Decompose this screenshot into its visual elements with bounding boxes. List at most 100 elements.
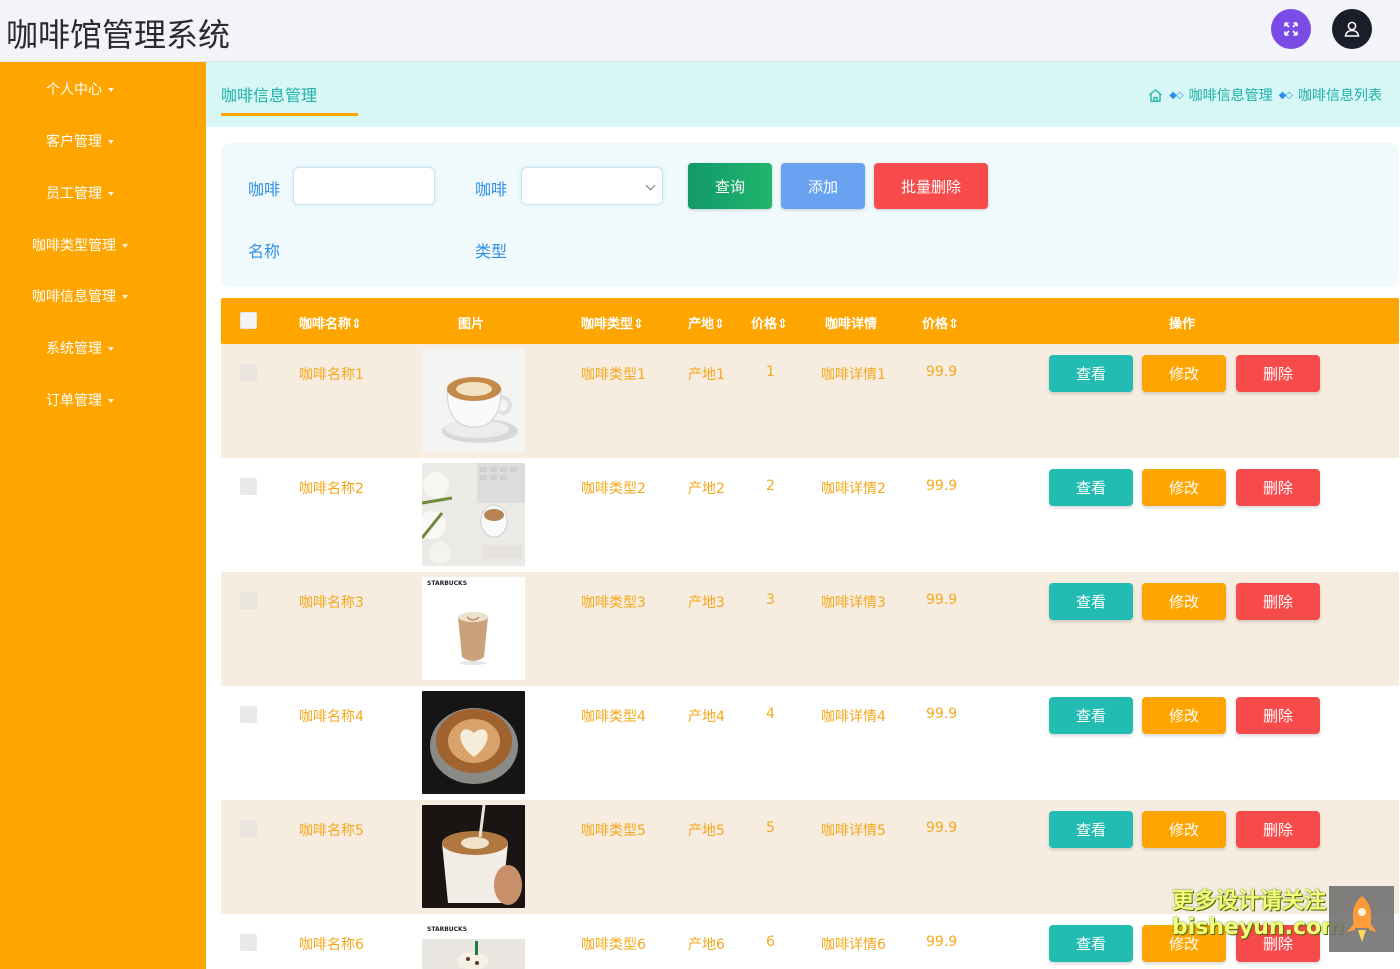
sidebar-item-label: 员工管理 — [46, 186, 102, 202]
coffee-type-label-line1: 咖啡 — [475, 180, 508, 199]
caret-down-icon — [108, 88, 114, 92]
caret-down-icon — [108, 347, 114, 351]
sidebar-item-coffee-info[interactable]: 咖啡信息管理 — [0, 286, 160, 306]
breadcrumb-item[interactable]: 咖啡信息管理 — [1189, 85, 1273, 105]
edit-button[interactable]: 修改 — [1142, 811, 1226, 848]
row-checkbox[interactable] — [240, 592, 257, 609]
sidebar-item-personal-center[interactable]: 个人中心 — [0, 79, 160, 99]
add-button[interactable]: 添加 — [781, 163, 865, 209]
cell-detail: 咖啡详情3 — [821, 595, 886, 611]
sidebar-item-label: 咖啡类型管理 — [32, 238, 116, 254]
column-header-name[interactable]: 咖啡名称⇕ — [299, 313, 362, 332]
delete-button[interactable]: 删除 — [1236, 469, 1320, 506]
chevron-down-icon — [645, 180, 656, 191]
thumbnail-brand-text: STARBUCKS — [427, 580, 468, 587]
view-button[interactable]: 查看 — [1049, 697, 1133, 734]
cell-origin: 产地1 — [688, 367, 725, 383]
coffee-thumbnail[interactable]: STARBUCKS — [422, 919, 525, 969]
watermark-text: 更多设计请关注 bisheyun.com — [1172, 889, 1344, 941]
coffee-thumbnail[interactable] — [422, 349, 525, 452]
tab-coffee-info[interactable]: 咖啡信息管理 — [221, 82, 317, 106]
row-checkbox[interactable] — [240, 364, 257, 381]
row-checkbox[interactable] — [240, 820, 257, 837]
cell-price: 5 — [766, 820, 775, 836]
view-button[interactable]: 查看 — [1049, 925, 1133, 962]
edit-button[interactable]: 修改 — [1142, 469, 1226, 506]
table-row: 咖啡名称3 STARBUCKS 咖啡类型3 产地3 3 咖啡详情3 99.9 查… — [221, 572, 1399, 686]
select-all-checkbox[interactable] — [240, 312, 257, 329]
table-header: 咖啡名称⇕ 图片 咖啡类型⇕ 产地⇕ 价格⇕ 咖啡详情 价格⇕ 操作 — [221, 298, 1399, 344]
breadcrumb: ◆◇ 咖啡信息管理 ◆◇ 咖啡信息列表 — [1148, 85, 1382, 105]
edit-button[interactable]: 修改 — [1142, 583, 1226, 620]
user-menu-button[interactable] — [1332, 9, 1372, 49]
query-button[interactable]: 查询 — [688, 163, 772, 209]
cell-type: 咖啡类型5 — [581, 823, 646, 839]
view-button[interactable]: 查看 — [1049, 583, 1133, 620]
coffee-name-label-line2: 名称 — [248, 242, 281, 261]
fullscreen-icon — [1284, 22, 1298, 36]
coffee-thumbnail[interactable] — [422, 805, 525, 908]
column-header-label: 咖啡类型 — [581, 317, 634, 332]
cell-price: 4 — [766, 706, 775, 722]
sidebar-item-system[interactable]: 系统管理 — [0, 338, 160, 358]
caret-down-icon — [122, 295, 128, 299]
cell-name: 咖啡名称6 — [299, 937, 364, 953]
search-panel: 咖啡 名称 咖啡 类型 查询 添加 批量删除 — [221, 143, 1399, 287]
delete-button[interactable]: 删除 — [1236, 583, 1320, 620]
row-checkbox[interactable] — [240, 934, 257, 951]
batch-delete-button[interactable]: 批量删除 — [874, 163, 988, 209]
sidebar-item-employees[interactable]: 员工管理 — [0, 183, 160, 203]
edit-button[interactable]: 修改 — [1142, 355, 1226, 392]
cell-type: 咖啡类型4 — [581, 709, 646, 725]
coffee-type-select[interactable] — [521, 167, 663, 205]
sidebar-item-customers[interactable]: 客户管理 — [0, 131, 160, 151]
coffee-flowers-keyboard-image — [422, 463, 525, 564]
cell-price-2: 99.9 — [926, 478, 958, 494]
coffee-thumbnail[interactable]: STARBUCKS — [422, 577, 525, 680]
row-checkbox[interactable] — [240, 706, 257, 723]
coffee-thumbnail[interactable] — [422, 691, 525, 794]
delete-button[interactable]: 删除 — [1236, 355, 1320, 392]
column-header-price-2[interactable]: 价格⇕ — [922, 313, 959, 332]
column-header-label: 产地 — [688, 317, 715, 332]
view-button[interactable]: 查看 — [1049, 469, 1133, 506]
column-header-label: 价格 — [751, 317, 778, 332]
caret-down-icon — [122, 244, 128, 248]
sidebar-item-coffee-types[interactable]: 咖啡类型管理 — [0, 235, 160, 255]
delete-button[interactable]: 删除 — [1236, 811, 1320, 848]
cell-origin: 产地4 — [688, 709, 725, 725]
cell-origin: 产地2 — [688, 481, 725, 497]
cell-origin: 产地6 — [688, 937, 725, 953]
latte-glass-image — [458, 612, 488, 665]
cell-origin: 产地3 — [688, 595, 725, 611]
coffee-name-input[interactable] — [293, 167, 435, 205]
cell-detail: 咖啡详情1 — [821, 367, 886, 383]
sort-icon: ⇕ — [351, 317, 362, 332]
home-icon[interactable] — [1148, 88, 1163, 103]
table-row: 咖啡名称2 咖啡类型2 产地2 2 咖啡详情2 99.9 查看 修改 删除 — [221, 458, 1399, 572]
column-header-price[interactable]: 价格⇕ — [751, 313, 788, 332]
latte-pour-image — [442, 805, 522, 905]
view-button[interactable]: 查看 — [1049, 811, 1133, 848]
row-checkbox[interactable] — [240, 478, 257, 495]
cell-price: 2 — [766, 478, 775, 494]
cell-type: 咖啡类型1 — [581, 367, 646, 383]
cell-price-2: 99.9 — [926, 592, 958, 608]
cell-detail: 咖啡详情5 — [821, 823, 886, 839]
sort-icon: ⇕ — [714, 317, 725, 332]
column-header-detail: 咖啡详情 — [825, 317, 878, 332]
cell-detail: 咖啡详情4 — [821, 709, 886, 725]
cell-name: 咖啡名称1 — [299, 367, 364, 383]
breadcrumb-separator-icon: ◆◇ — [1169, 89, 1183, 101]
sidebar-item-orders[interactable]: 订单管理 — [0, 390, 160, 410]
latte-cup-image — [442, 377, 518, 443]
edit-button[interactable]: 修改 — [1142, 697, 1226, 734]
column-header-origin[interactable]: 产地⇕ — [688, 313, 725, 332]
column-header-type[interactable]: 咖啡类型⇕ — [581, 313, 644, 332]
delete-button[interactable]: 删除 — [1236, 697, 1320, 734]
view-button[interactable]: 查看 — [1049, 355, 1133, 392]
back-to-top-button[interactable] — [1329, 886, 1394, 952]
coffee-thumbnail[interactable] — [422, 463, 525, 566]
fullscreen-button[interactable] — [1271, 9, 1311, 49]
cell-type: 咖啡类型3 — [581, 595, 646, 611]
